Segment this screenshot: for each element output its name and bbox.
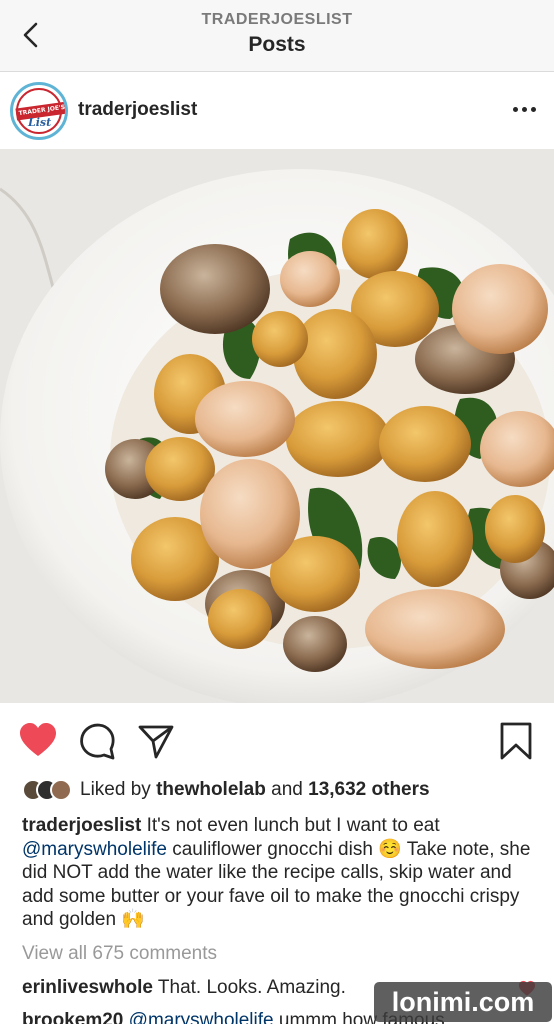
gnocchi-dish-image <box>0 149 554 703</box>
likes-text: Liked by thewholelab and 13,632 others <box>80 779 430 801</box>
caption-username[interactable]: traderjoeslist <box>22 815 141 836</box>
likes-prefix: Liked by <box>80 779 151 800</box>
caption-text: It's not even lunch but I want to eat <box>146 815 440 836</box>
account-subtitle: TRADERJOESLIST <box>201 11 353 28</box>
likes-connector: and <box>271 779 303 800</box>
like-heart-icon[interactable] <box>18 721 58 761</box>
top-nav-bar: TRADERJOESLIST Posts <box>0 0 554 72</box>
post-action-bar <box>0 703 554 773</box>
post-header: TRADER JOE'S List traderjoeslist <box>0 73 554 149</box>
watermark-badge: lonimi.com <box>374 982 552 1022</box>
likes-others[interactable]: 13,632 others <box>308 779 429 800</box>
post-username[interactable]: traderjoeslist <box>78 99 197 121</box>
comment-bubble-icon[interactable] <box>78 721 118 761</box>
comment-username[interactable]: brookem20 <box>22 1010 123 1024</box>
save-bookmark-icon[interactable] <box>496 721 536 761</box>
comment-username[interactable]: erinliveswhole <box>22 977 153 998</box>
comment-item: erinliveswhole That. Looks. Amazing. <box>22 977 346 999</box>
comment-mention[interactable]: @maryswholelife <box>129 1010 274 1024</box>
relieved-emoji: ☺️ <box>378 838 402 860</box>
more-options-icon[interactable] <box>513 107 536 112</box>
likes-user[interactable]: thewholelab <box>156 779 266 800</box>
post-image[interactable] <box>0 149 554 703</box>
raised-hands-emoji: 🙌 <box>121 909 145 930</box>
caption-text: cauliflower gnocchi dish <box>172 838 373 860</box>
likes-summary[interactable]: Liked by thewholelab and 13,632 others <box>22 776 430 804</box>
caption-mention[interactable]: @maryswholelife <box>22 839 167 860</box>
liker-avatar <box>50 779 72 801</box>
share-send-icon[interactable] <box>136 721 176 761</box>
post-caption: traderjoeslist It's not even lunch but I… <box>22 814 537 932</box>
avatar-logo: TRADER JOE'S List <box>15 88 65 134</box>
avatar[interactable]: TRADER JOE'S List <box>10 82 68 140</box>
page-title: Posts <box>248 33 306 56</box>
avatar-logo-script: List <box>28 116 52 129</box>
comment-text: That. Looks. Amazing. <box>157 977 346 998</box>
view-all-comments-link[interactable]: View all 675 comments <box>22 943 217 965</box>
